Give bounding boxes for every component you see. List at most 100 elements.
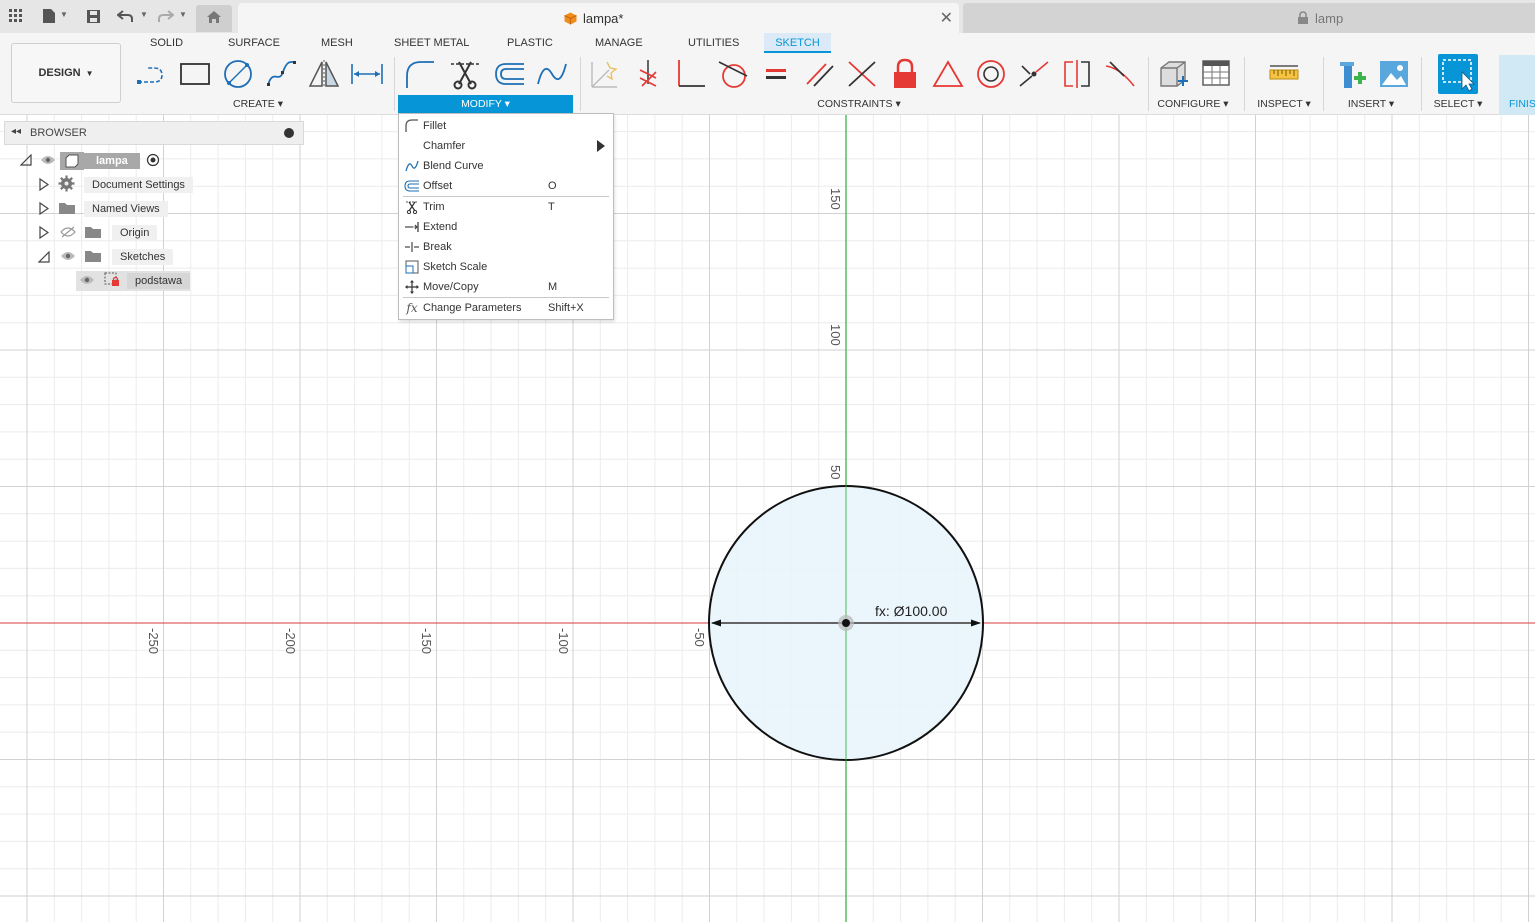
visibility-hidden-eye-icon[interactable] — [60, 226, 84, 241]
undo-caret-icon[interactable]: ▼ — [140, 10, 148, 19]
menu-item-label: Move/Copy — [423, 281, 479, 293]
file-menu-caret-icon[interactable]: ▼ — [60, 10, 68, 19]
diameter-dimension-label[interactable]: fx: Ø100.00 — [875, 603, 947, 619]
perpendicular-icon[interactable] — [674, 57, 708, 91]
workspace-switcher-button[interactable]: DESIGN ▼ — [11, 43, 121, 103]
visibility-eye-icon[interactable] — [79, 275, 103, 288]
browser-item-sketches[interactable]: Sketches — [60, 247, 174, 267]
save-icon[interactable] — [84, 7, 102, 25]
fix-lock-icon[interactable] — [888, 57, 922, 91]
browser-item-named-views[interactable]: Named Views — [58, 199, 168, 219]
file-icon[interactable] — [40, 7, 58, 25]
document-tab-inactive[interactable]: lamp — [963, 3, 1535, 33]
visibility-eye-icon[interactable] — [40, 155, 60, 168]
configure-group-label[interactable]: CONFIGURE ▾ — [1157, 98, 1229, 110]
constraints-group-label[interactable]: CONSTRAINTS ▾ — [814, 98, 904, 110]
menu-item-label: Change Parameters — [423, 302, 522, 314]
redo-caret-icon[interactable]: ▼ — [179, 10, 187, 19]
insert-canvas-image-icon[interactable] — [1377, 57, 1411, 91]
configure-label: CONFIGURE — [1157, 98, 1221, 110]
configure-table-icon[interactable] — [1200, 57, 1234, 91]
browser-panel-header[interactable]: ◂◂ BROWSER — [4, 121, 304, 145]
measure-icon[interactable] — [1267, 57, 1301, 91]
inspect-group-label[interactable]: INSPECT ▾ — [1255, 98, 1313, 110]
menu-item-label: Break — [423, 241, 452, 253]
tab-sketch[interactable]: SKETCH — [764, 33, 831, 53]
tab-surface[interactable]: SURFACE — [228, 37, 280, 49]
browser-item-label: Origin — [112, 225, 158, 241]
browser-root-row[interactable]: lampa — [40, 151, 160, 171]
sketch-grid[interactable] — [0, 115, 1535, 922]
menu-item-chamfer[interactable]: Chamfer — [399, 136, 613, 156]
tangent-icon[interactable] — [716, 57, 750, 91]
redo-icon[interactable] — [157, 7, 175, 25]
mirror-icon[interactable] — [307, 57, 341, 91]
parallel-icon[interactable] — [803, 57, 837, 91]
origin-point[interactable] — [842, 619, 850, 627]
document-tab-active[interactable]: lampa* ✕ — [238, 3, 959, 33]
tab-plastic[interactable]: PLASTIC — [507, 37, 553, 49]
minimize-panel-icon[interactable] — [284, 128, 294, 138]
tab-manage[interactable]: MANAGE — [595, 37, 643, 49]
collapse-caret-icon[interactable] — [19, 153, 32, 169]
tab-sheet-metal[interactable]: SHEET METAL — [394, 37, 469, 49]
menu-item-sketch-scale[interactable]: Sketch Scale — [399, 257, 613, 277]
menu-item-move-copy[interactable]: Move/Copy M — [399, 277, 613, 297]
undo-icon[interactable] — [116, 7, 134, 25]
home-button[interactable] — [196, 5, 232, 32]
tab-solid[interactable]: SOLID — [150, 37, 183, 49]
menu-item-offset[interactable]: Offset O — [399, 176, 613, 196]
sketch-canvas[interactable] — [0, 115, 1535, 922]
equal-icon[interactable] — [759, 57, 793, 91]
menu-item-label: Fillet — [423, 120, 447, 132]
activate-radio-icon[interactable] — [146, 153, 160, 170]
collapse-caret-icon[interactable] — [37, 250, 50, 266]
select-group-label[interactable]: SELECT ▾ — [1430, 98, 1486, 110]
concentric-icon[interactable] — [974, 57, 1008, 91]
app-grid-icon[interactable] — [7, 7, 25, 25]
visibility-eye-icon[interactable] — [60, 251, 84, 264]
expand-caret-icon[interactable] — [39, 177, 50, 194]
line-icon[interactable] — [135, 57, 169, 91]
menu-item-extend[interactable]: Extend — [399, 217, 613, 237]
auto-constrain-icon[interactable] — [588, 57, 622, 91]
blend-curve-icon[interactable] — [535, 57, 569, 91]
modify-dropdown-button[interactable]: MODIFY ▾ — [398, 95, 573, 114]
fillet-icon[interactable] — [403, 57, 437, 91]
offset-icon[interactable] — [492, 57, 526, 91]
collapse-panel-icon[interactable]: ◂◂ — [11, 126, 21, 137]
menu-item-change-parameters[interactable]: fx Change Parameters Shift+X — [399, 298, 613, 318]
circle-icon[interactable] — [221, 57, 255, 91]
insert-derive-icon[interactable] — [1335, 57, 1369, 91]
tab-mesh[interactable]: MESH — [321, 37, 353, 49]
configure-model-icon[interactable] — [1156, 57, 1190, 91]
perpendicular-cross-icon[interactable] — [845, 57, 879, 91]
curvature-icon[interactable] — [1103, 57, 1137, 91]
coincident-icon[interactable] — [631, 57, 665, 91]
browser-root-label: lampa — [84, 153, 140, 169]
insert-group-label[interactable]: INSERT ▾ — [1345, 98, 1397, 110]
menu-item-break[interactable]: Break — [399, 237, 613, 257]
expand-caret-icon[interactable] — [39, 225, 50, 242]
menu-item-fillet[interactable]: Fillet — [399, 116, 613, 136]
menu-item-blend-curve[interactable]: Blend Curve — [399, 156, 613, 176]
close-tab-icon[interactable]: ✕ — [940, 8, 953, 28]
tab-utilities[interactable]: UTILITIES — [688, 37, 739, 49]
trim-icon[interactable] — [448, 57, 482, 91]
group-divider — [1244, 57, 1245, 111]
browser-item-origin[interactable]: Origin — [60, 223, 158, 243]
browser-item-document-settings[interactable]: Document Settings — [58, 175, 193, 195]
midpoint-triangle-icon[interactable] — [931, 57, 965, 91]
menu-item-trim[interactable]: Trim T — [399, 197, 613, 217]
rectangle-icon[interactable] — [178, 57, 212, 91]
finish-label[interactable]: FINISH — [1509, 98, 1535, 110]
browser-item-podstawa[interactable]: podstawa — [76, 271, 191, 291]
select-icon[interactable] — [1438, 54, 1478, 94]
spline-icon[interactable] — [264, 57, 298, 91]
create-group-label[interactable]: CREATE ▾ — [230, 98, 286, 110]
sketch-dimension-icon[interactable] — [350, 57, 384, 91]
expand-caret-icon[interactable] — [39, 201, 50, 218]
folder-icon — [58, 201, 84, 218]
symmetry-icon[interactable] — [1060, 57, 1094, 91]
collinear-icon[interactable] — [1017, 57, 1051, 91]
